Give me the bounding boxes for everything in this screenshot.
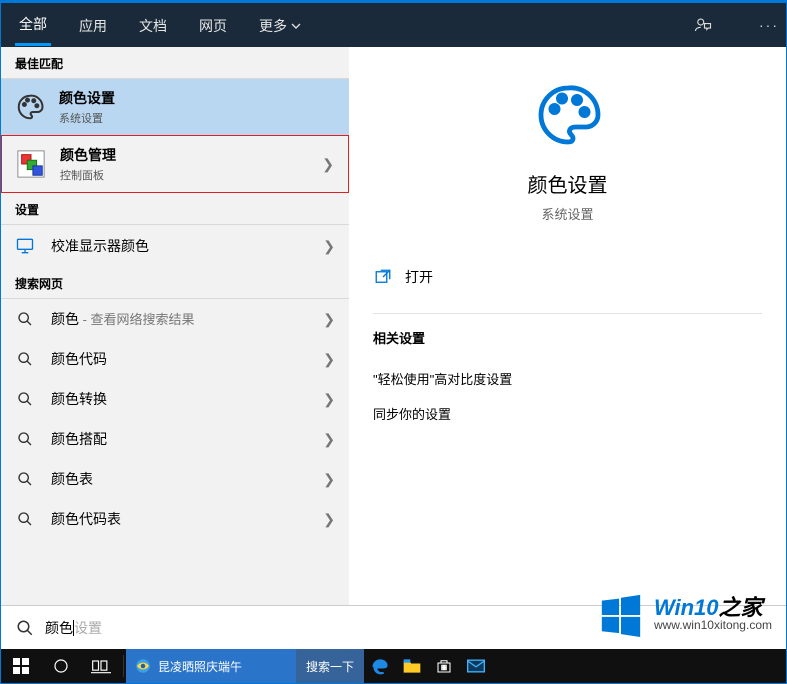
store-icon[interactable] bbox=[428, 649, 460, 683]
search-typed-text: 颜色 bbox=[45, 620, 73, 636]
open-label: 打开 bbox=[405, 267, 433, 287]
chevron-right-icon: ❯ bbox=[323, 511, 335, 528]
chevron-right-icon: ❯ bbox=[323, 471, 335, 488]
palette-icon bbox=[528, 75, 608, 155]
web-result-1[interactable]: 颜色代码 ❯ bbox=[1, 339, 349, 379]
taskbar: 昆凌晒照庆端午 搜索一下 bbox=[1, 649, 786, 683]
feedback-icon[interactable] bbox=[694, 16, 728, 34]
watermark-url: www.win10xitong.com bbox=[654, 619, 772, 631]
start-button[interactable] bbox=[1, 649, 41, 683]
results-pane: 最佳匹配 颜色设置 系统设置 bbox=[1, 47, 349, 605]
mail-icon[interactable] bbox=[460, 649, 492, 683]
preview-pane: 颜色设置 系统设置 打开 相关设置 "轻松使用"高对比度设置 同步你的设置 bbox=[349, 47, 786, 605]
web-result-label: 颜色代码 bbox=[51, 349, 107, 369]
watermark: Win10之家 www.win10xitong.com bbox=[598, 591, 772, 637]
chevron-right-icon: ❯ bbox=[323, 431, 335, 448]
file-explorer-icon[interactable] bbox=[396, 649, 428, 683]
related-item-sync[interactable]: 同步你的设置 bbox=[373, 396, 762, 431]
search-icon bbox=[13, 387, 37, 411]
chevron-right-icon: ❯ bbox=[323, 311, 335, 328]
web-result-label: 颜色转换 bbox=[51, 389, 107, 409]
watermark-brand1: Win10 bbox=[654, 595, 719, 620]
result-color-management[interactable]: 颜色管理 控制面板 ❯ bbox=[1, 135, 349, 193]
web-result-5[interactable]: 颜色代码表 ❯ bbox=[1, 499, 349, 539]
search-icon bbox=[13, 467, 37, 491]
tab-doc[interactable]: 文档 bbox=[135, 6, 171, 45]
windows-logo-icon bbox=[598, 591, 644, 637]
ie-icon bbox=[134, 657, 152, 675]
result-subtitle: 控制面板 bbox=[60, 167, 116, 183]
web-result-label: 颜色搭配 bbox=[51, 429, 107, 449]
search-icon bbox=[15, 619, 35, 637]
taskbar-search-button[interactable]: 搜索一下 bbox=[296, 649, 364, 683]
tab-all[interactable]: 全部 bbox=[15, 4, 51, 46]
web-result-3[interactable]: 颜色搭配 ❯ bbox=[1, 419, 349, 459]
result-title: 颜色设置 bbox=[59, 88, 115, 108]
preview-title: 颜色设置 bbox=[528, 169, 608, 198]
open-button[interactable]: 打开 bbox=[373, 259, 762, 295]
edge-icon[interactable] bbox=[364, 649, 396, 683]
chevron-down-icon bbox=[291, 21, 301, 31]
cortana-button[interactable] bbox=[41, 649, 81, 683]
chevron-right-icon: ❯ bbox=[322, 156, 334, 173]
search-icon bbox=[13, 427, 37, 451]
preview-subtitle: 系统设置 bbox=[541, 204, 593, 223]
section-settings: 设置 bbox=[1, 193, 349, 224]
result-subtitle: 系统设置 bbox=[59, 110, 115, 126]
color-management-icon bbox=[14, 147, 48, 181]
taskbar-item-ie[interactable]: 昆凌晒照庆端午 bbox=[126, 649, 296, 683]
chevron-right-icon: ❯ bbox=[323, 351, 335, 368]
taskbar-item-label: 昆凌晒照庆端午 bbox=[158, 658, 242, 675]
result-label: 校准显示器颜色 bbox=[51, 236, 149, 256]
chevron-right-icon: ❯ bbox=[323, 238, 335, 255]
tab-app[interactable]: 应用 bbox=[75, 6, 111, 45]
task-view-button[interactable] bbox=[81, 649, 121, 683]
tab-more[interactable]: 更多 bbox=[255, 6, 305, 45]
result-calibrate-display[interactable]: 校准显示器颜色 ❯ bbox=[1, 225, 349, 267]
section-search-web: 搜索网页 bbox=[1, 267, 349, 298]
web-result-2[interactable]: 颜色转换 ❯ bbox=[1, 379, 349, 419]
related-settings-title: 相关设置 bbox=[373, 328, 762, 347]
tab-web[interactable]: 网页 bbox=[195, 6, 231, 45]
result-title: 颜色管理 bbox=[60, 145, 116, 165]
section-best-match: 最佳匹配 bbox=[1, 47, 349, 78]
palette-icon bbox=[13, 90, 47, 124]
monitor-icon bbox=[13, 234, 37, 258]
search-icon bbox=[13, 307, 37, 331]
search-tabs: 全部 应用 文档 网页 更多 ··· bbox=[1, 3, 786, 47]
more-options-icon[interactable]: ··· bbox=[752, 17, 786, 33]
search-suggestion-ghost: 设置 bbox=[74, 620, 102, 636]
web-result-4[interactable]: 颜色表 ❯ bbox=[1, 459, 349, 499]
chevron-right-icon: ❯ bbox=[323, 391, 335, 408]
watermark-brand2: 之家 bbox=[719, 595, 763, 620]
web-result-label: 颜色 - 查看网络搜索结果 bbox=[51, 309, 195, 329]
related-item-contrast[interactable]: "轻松使用"高对比度设置 bbox=[373, 361, 762, 396]
result-color-settings[interactable]: 颜色设置 系统设置 bbox=[1, 79, 349, 135]
web-result-0[interactable]: 颜色 - 查看网络搜索结果 ❯ bbox=[1, 299, 349, 339]
open-icon bbox=[373, 267, 393, 287]
web-result-label: 颜色代码表 bbox=[51, 509, 121, 529]
web-result-label: 颜色表 bbox=[51, 469, 93, 489]
tab-more-label: 更多 bbox=[259, 16, 287, 36]
search-icon bbox=[13, 347, 37, 371]
search-icon bbox=[13, 507, 37, 531]
